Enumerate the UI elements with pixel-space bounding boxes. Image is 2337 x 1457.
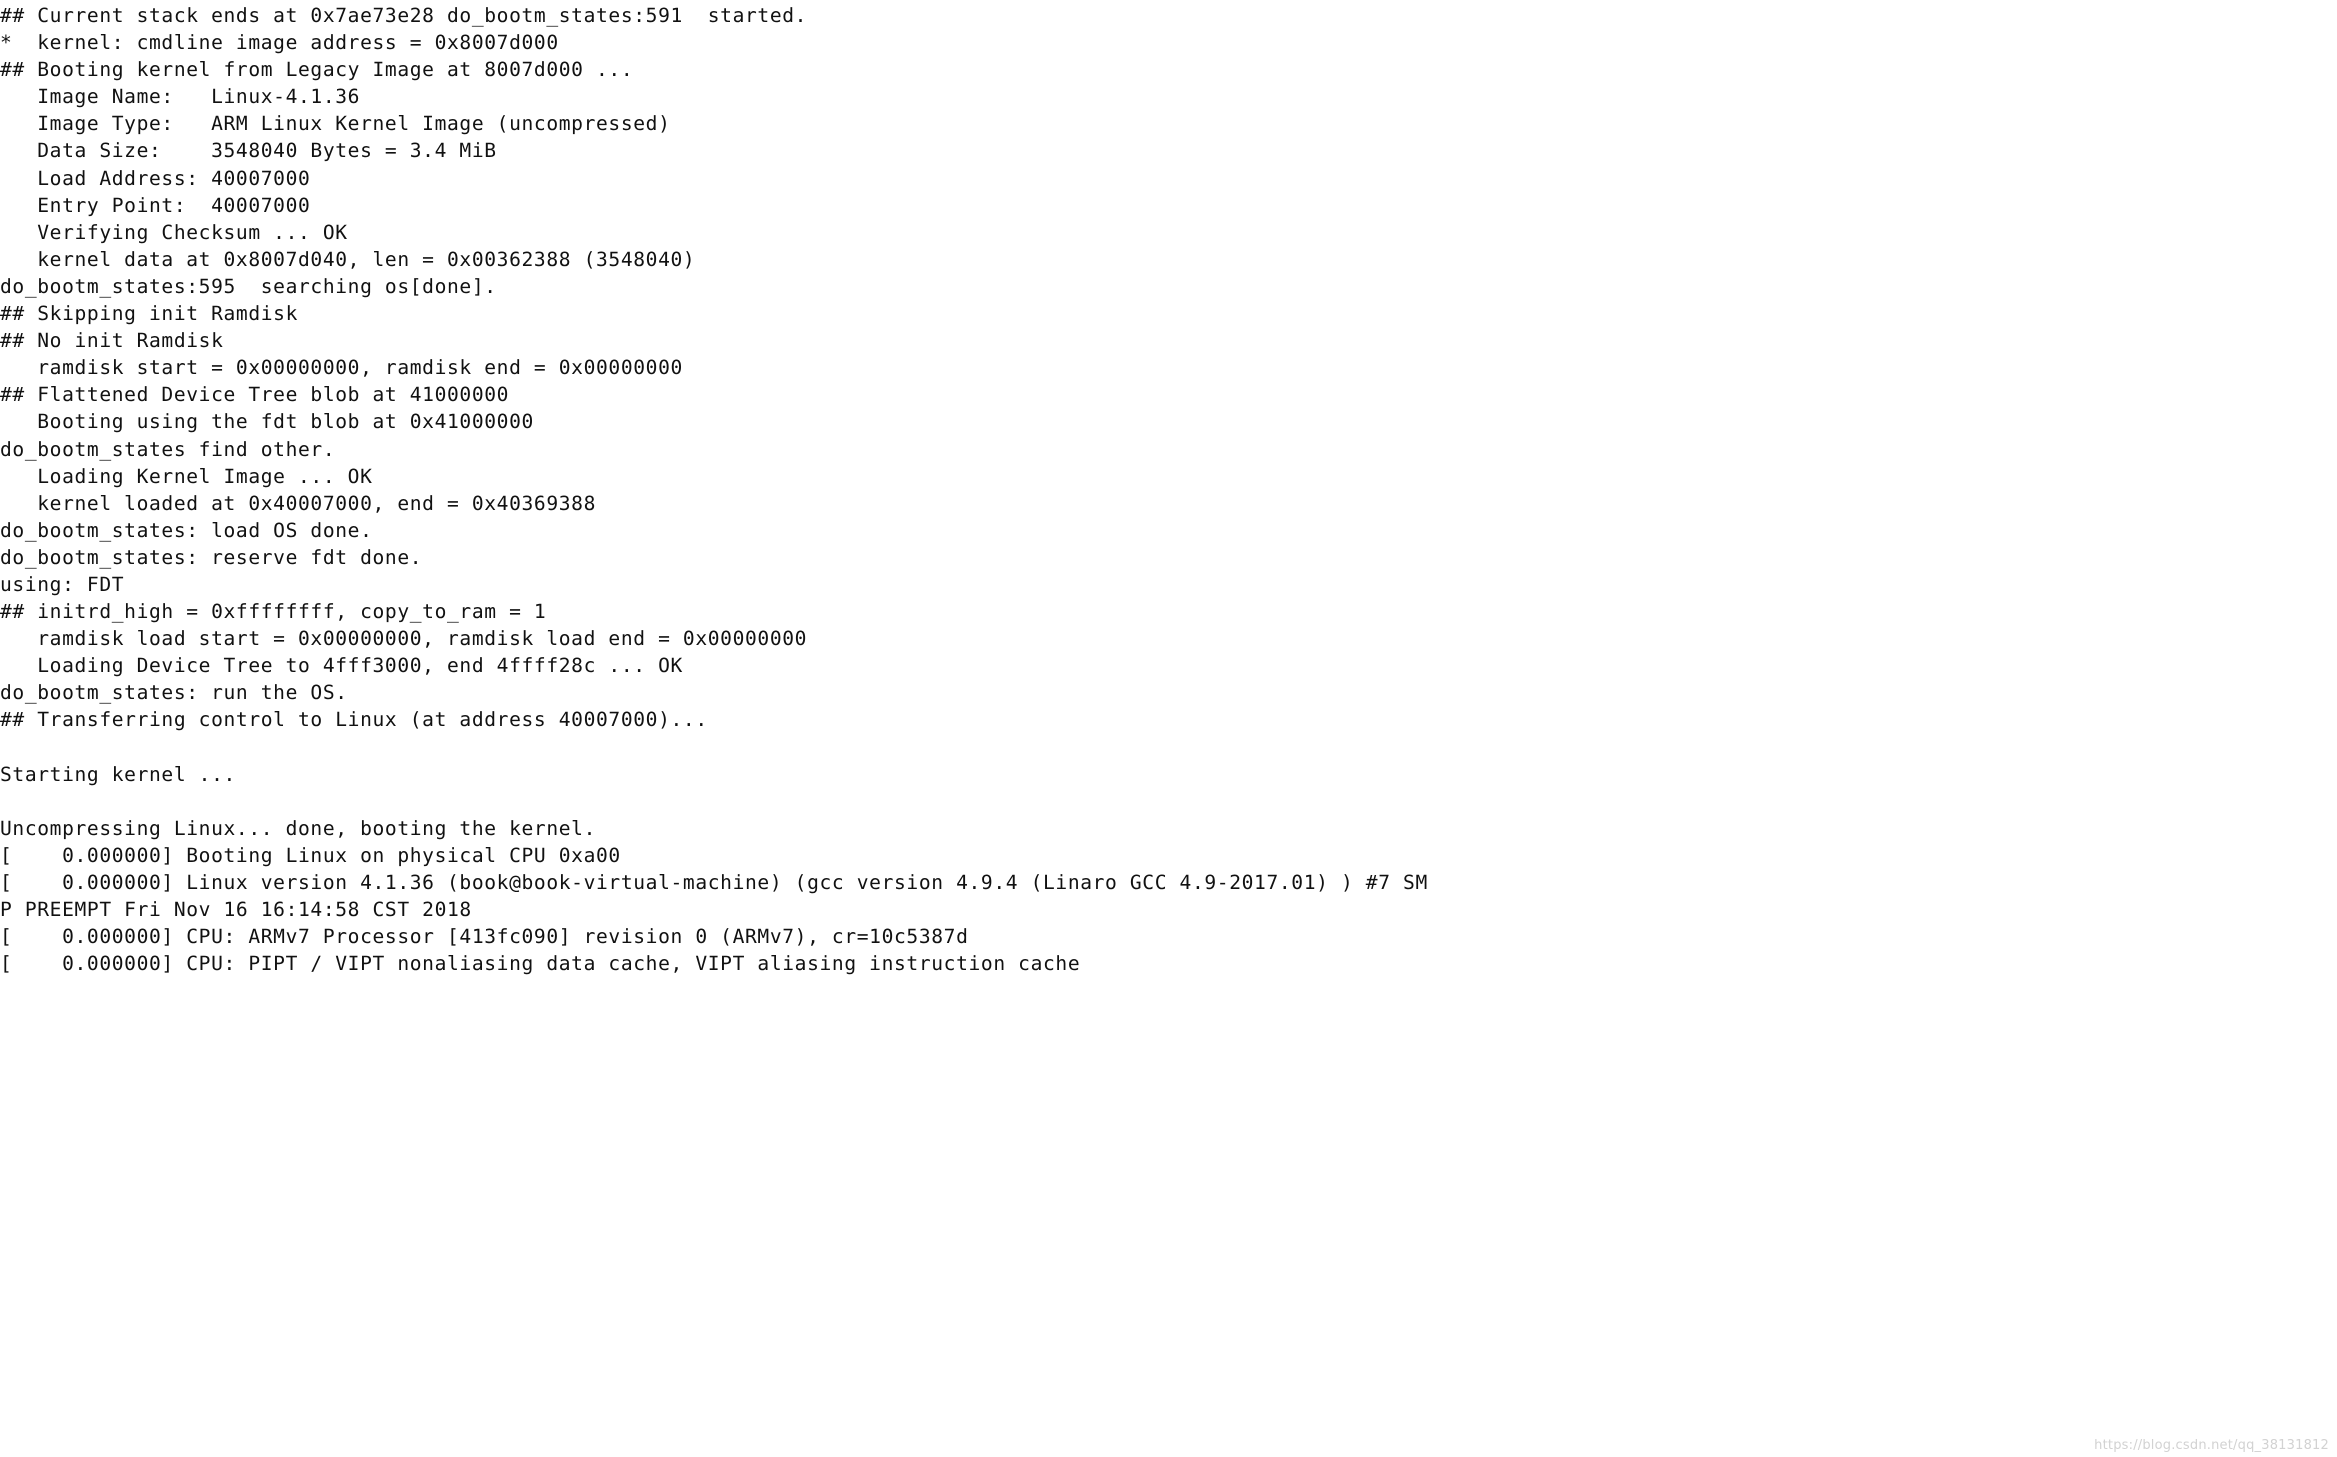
watermark-text: https://blog.csdn.net/qq_38131812 [2094, 1438, 2329, 1453]
log-line: do_bootm_states find other. [0, 437, 336, 461]
log-line: ## Current stack ends at 0x7ae73e28 do_b… [0, 4, 808, 27]
log-line: ramdisk load start = 0x00000000, ramdisk… [0, 627, 808, 651]
boot-log-output: ## Current stack ends at 0x7ae73e28 do_b… [0, 2, 2337, 977]
log-line: do_bootm_states: load OS done. [0, 518, 373, 542]
log-line: Image Type: ARM Linux Kernel Image (unco… [0, 112, 671, 136]
log-line: Uncompressing Linux... done, booting the… [0, 816, 596, 840]
log-line: ## No init Ramdisk [0, 329, 224, 353]
log-line: ramdisk start = 0x00000000, ramdisk end … [0, 356, 683, 380]
log-line: kernel loaded at 0x40007000, end = 0x403… [0, 491, 596, 515]
log-line: do_bootm_states:595 searching os[done]. [0, 274, 497, 298]
log-line: Image Name: Linux-4.1.36 [0, 85, 361, 109]
log-line: Loading Device Tree to 4fff3000, end 4ff… [0, 654, 683, 678]
log-line: do_bootm_states: reserve fdt done. [0, 545, 423, 569]
log-line: [ 0.000000] CPU: PIPT / VIPT nonaliasing… [0, 952, 1081, 976]
log-line: kernel data at 0x8007d040, len = 0x00362… [0, 247, 696, 271]
log-line: [ 0.000000] CPU: ARMv7 Processor [413fc0… [0, 925, 969, 949]
log-line: ## Flattened Device Tree blob at 4100000… [0, 383, 510, 407]
log-line: Starting kernel ... [0, 762, 236, 786]
log-line: ## Skipping init Ramdisk [0, 302, 298, 326]
log-line: P PREEMPT Fri Nov 16 16:14:58 CST 2018 [0, 898, 472, 922]
log-line: Load Address: 40007000 [0, 166, 311, 190]
log-line: * kernel: cmdline image address = 0x8007… [0, 31, 559, 55]
log-line: Loading Kernel Image ... OK [0, 464, 373, 488]
log-line: Verifying Checksum ... OK [0, 220, 348, 244]
log-line: do_bootm_states: run the OS. [0, 681, 348, 705]
log-line: Data Size: 3548040 Bytes = 3.4 MiB [0, 139, 497, 163]
log-line: Booting using the fdt blob at 0x41000000 [0, 410, 534, 434]
log-line: Entry Point: 40007000 [0, 193, 311, 217]
boot-console: ## Current stack ends at 0x7ae73e28 do_b… [0, 0, 2337, 1457]
log-line: ## Booting kernel from Legacy Image at 8… [0, 58, 634, 82]
log-line: ## Transferring control to Linux (at add… [0, 708, 708, 732]
log-line: [ 0.000000] Linux version 4.1.36 (book@b… [0, 871, 1428, 894]
log-line: [ 0.000000] Booting Linux on physical CP… [0, 843, 621, 867]
log-line: using: FDT [0, 572, 125, 596]
log-line: ## initrd_high = 0xffffffff, copy_to_ram… [0, 600, 547, 624]
